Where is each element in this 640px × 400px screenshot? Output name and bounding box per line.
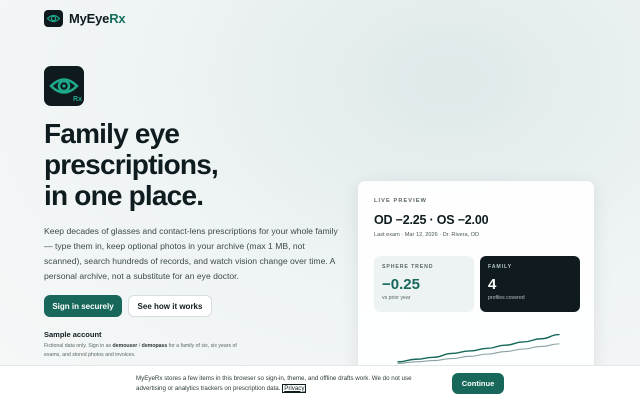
sphere-trend-caption: SPHERE TREND [382, 264, 434, 270]
family-caption: FAMILY [488, 264, 512, 270]
sphere-trend-tile: SPHERE TREND −0.25 vs prior year [374, 256, 474, 312]
trend-chart [397, 333, 560, 364]
site-header: MyEyeRx [44, 10, 126, 27]
sample-username: demouser [112, 343, 138, 349]
logo-rx-badge: Rx [73, 96, 82, 103]
brand-prefix: MyEye [69, 11, 110, 26]
live-preview-card: LIVE PREVIEW OD −2.25 · OS −2.00 Last ex… [357, 180, 595, 380]
preview-label: LIVE PREVIEW [374, 198, 427, 204]
sample-password: demopass [141, 343, 168, 349]
prescription-summary: OD −2.25 · OS −2.00 [374, 213, 489, 227]
cookie-banner: MyEyeRx stores a few items in this brows… [0, 365, 640, 400]
app-logo: Rx [44, 66, 84, 106]
hero-description: Keep decades of glasses and contact-lens… [44, 226, 338, 281]
last-exam-meta: Last exam · Mar 12, 2026 · Dr. Rivera, O… [374, 232, 480, 238]
sample-account-title: Sample account [44, 330, 102, 339]
brand-name[interactable]: MyEyeRx [69, 11, 126, 26]
family-sub: profiles covered [488, 295, 525, 301]
family-tile: FAMILY 4 profiles covered [480, 256, 580, 312]
sign-in-button[interactable]: Sign in securely [44, 295, 122, 317]
cookie-text: MyEyeRx stores a few items in this brows… [136, 374, 442, 393]
sample-account-text: Fictional data only. Sign in as demouser… [44, 342, 244, 360]
family-count: 4 [488, 276, 497, 293]
how-it-works-button[interactable]: See how it works [128, 295, 212, 317]
sphere-trend-sub: vs prior year [382, 295, 411, 301]
eye-icon [49, 78, 79, 94]
privacy-link[interactable]: Privacy [282, 383, 307, 393]
brand-suffix: Rx [109, 11, 126, 26]
trend-line-1 [397, 333, 560, 363]
continue-button[interactable]: Continue [452, 373, 504, 394]
cookie-message: MyEyeRx stores a few items in this brows… [136, 375, 412, 392]
sample-text-before: Fictional data only. Sign in as [44, 343, 113, 349]
sphere-trend-value: −0.25 [382, 276, 420, 293]
trend-line-2 [397, 343, 560, 364]
eye-icon[interactable] [44, 10, 63, 27]
hero-headline: Family eye prescriptions, in one place. [44, 118, 219, 211]
